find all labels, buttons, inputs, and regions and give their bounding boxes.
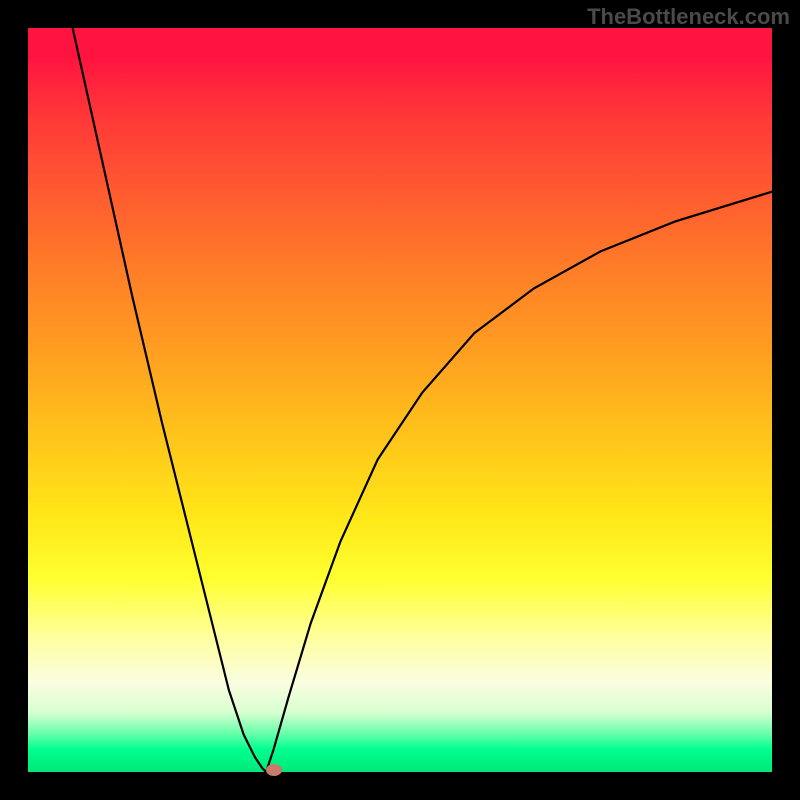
watermark-text: TheBottleneck.com: [587, 4, 790, 30]
curve-left-branch: [73, 28, 266, 772]
optimal-point-marker: [266, 764, 282, 776]
curve-right-branch: [266, 192, 772, 772]
chart-plot-area: [28, 28, 772, 772]
bottleneck-curve: [28, 28, 772, 772]
